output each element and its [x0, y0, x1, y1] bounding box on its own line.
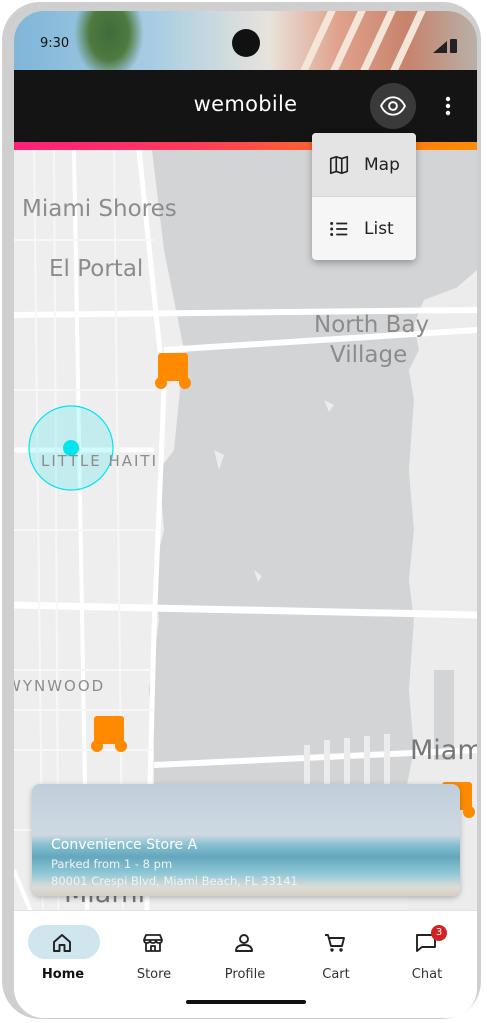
store-card[interactable]: Convenience Store A Parked from 1 - 8 pm…: [32, 784, 460, 896]
more-vert-icon: [445, 96, 451, 116]
view-mode-menu: Map List: [312, 133, 416, 260]
menu-item-list[interactable]: List: [312, 196, 416, 260]
phone-frame: 9:30 wemobile Miami Shores El Portal Nor…: [2, 2, 481, 1019]
palm-tree-decoration: [74, 11, 144, 70]
signal-icon: [433, 41, 447, 53]
map-label-little-haiti: LITTLE HAITI: [41, 452, 158, 470]
nav-profile[interactable]: Profile: [206, 925, 284, 985]
building-stripe: [390, 11, 426, 70]
bottom-navigation: Home Store Profile Cart 3 Chat: [14, 910, 477, 1018]
home-icon: [53, 934, 71, 952]
chat-unread-badge: 3: [431, 925, 447, 941]
front-camera: [232, 29, 260, 57]
store-hours: Parked from 1 - 8 pm: [51, 857, 173, 871]
nav-chat[interactable]: 3 Chat: [388, 925, 466, 985]
nav-chat-label: Chat: [411, 967, 443, 982]
map-label-el-portal: El Portal: [49, 256, 144, 282]
status-time: 9:30: [40, 36, 70, 51]
app-bar: wemobile: [14, 70, 477, 142]
map-icon: [329, 155, 349, 174]
map-label-wynwood: WYNWOOD: [14, 677, 106, 695]
menu-item-map[interactable]: Map: [312, 133, 416, 196]
battery-icon: [450, 39, 457, 53]
nav-store[interactable]: Store: [115, 925, 193, 985]
truck-marker-icon[interactable]: [155, 353, 191, 389]
store-address: 80001 Crespi Blvd, Miami Beach, FL 33141: [51, 874, 298, 888]
status-bar: 9:30: [14, 11, 477, 70]
map-label-north-bay: North Bay: [314, 312, 430, 338]
person-icon: [235, 934, 253, 952]
menu-item-map-label: Map: [364, 154, 400, 175]
gesture-home-bar[interactable]: [186, 1000, 306, 1004]
store-name: Convenience Store A: [51, 837, 198, 853]
miami-beach-land: [406, 280, 477, 1018]
building-stripe: [360, 11, 396, 70]
building-stripe: [300, 11, 336, 70]
cart-icon: [325, 934, 345, 952]
more-options-button[interactable]: [438, 94, 458, 118]
nav-cart-label: Cart: [322, 967, 350, 982]
eye-icon: [380, 96, 406, 116]
view-toggle-button[interactable]: [370, 83, 416, 129]
nav-home[interactable]: Home: [24, 925, 102, 985]
nav-store-label: Store: [136, 967, 172, 982]
nav-cart[interactable]: Cart: [297, 925, 375, 985]
screen: 9:30 wemobile Miami Shores El Portal Nor…: [14, 11, 477, 1018]
nav-home-label: Home: [41, 967, 85, 982]
building-stripe: [330, 11, 366, 70]
truck-marker-icon[interactable]: [91, 716, 127, 752]
list-icon: [330, 221, 348, 236]
map-label-miami-shores: Miami Shores: [22, 196, 177, 222]
menu-item-list-label: List: [364, 218, 394, 239]
store-icon: [143, 934, 163, 952]
map-label-miami-beach: Miam: [410, 735, 477, 766]
map-label-village: Village: [330, 342, 408, 368]
nav-profile-label: Profile: [224, 967, 266, 982]
